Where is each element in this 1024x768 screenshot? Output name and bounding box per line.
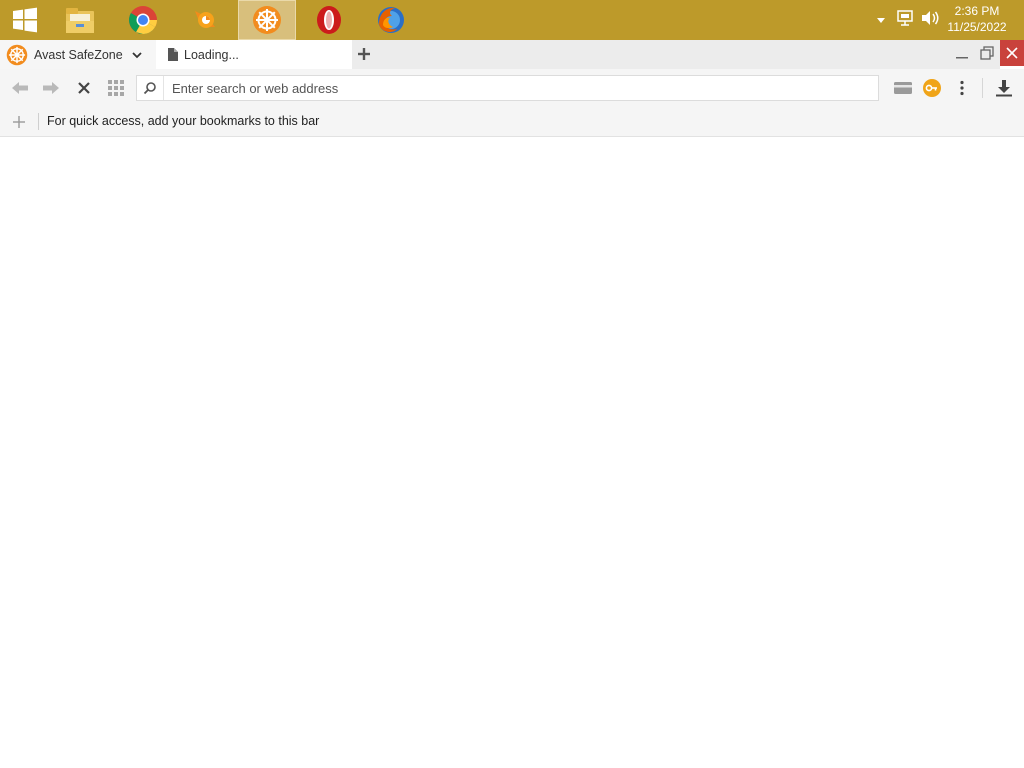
- apps-button[interactable]: [106, 78, 126, 98]
- passwords-button[interactable]: [922, 78, 942, 98]
- wallet-button[interactable]: [892, 78, 914, 98]
- page-icon: [168, 48, 178, 61]
- restore-button[interactable]: [975, 40, 999, 66]
- tab-strip-background: [352, 40, 1000, 69]
- forward-button[interactable]: [41, 78, 61, 98]
- minimize-button[interactable]: [950, 40, 974, 66]
- start-button[interactable]: [0, 0, 50, 40]
- volume-icon[interactable]: [920, 9, 940, 32]
- plus-icon: [13, 116, 25, 128]
- stop-button[interactable]: [74, 78, 94, 98]
- downloads-button[interactable]: [994, 78, 1014, 98]
- tab-strip: Avast SafeZone Loading...: [0, 40, 1024, 69]
- taskbar-opera[interactable]: [300, 0, 358, 40]
- profile-button[interactable]: Avast SafeZone: [0, 40, 156, 69]
- apps-grid-icon: [108, 80, 124, 96]
- arrow-right-icon: [43, 82, 59, 94]
- bookmarks-divider: [38, 113, 39, 130]
- network-icon[interactable]: [896, 9, 916, 32]
- minimize-icon: [956, 57, 968, 59]
- menu-button[interactable]: [952, 78, 972, 98]
- taskbar-firefox[interactable]: [362, 0, 420, 40]
- folder-icon: [66, 8, 94, 33]
- system-tray: [874, 0, 940, 40]
- card-icon: [894, 82, 912, 94]
- firefox-icon: [378, 7, 404, 33]
- search-icon: [137, 76, 164, 100]
- toolbar-divider: [982, 78, 983, 98]
- taskbar-clock[interactable]: 2:36 PM 11/25/2022: [942, 3, 1012, 35]
- tab-label: Loading...: [184, 47, 239, 62]
- tab-loading[interactable]: Loading...: [158, 40, 352, 69]
- address-input[interactable]: [172, 77, 878, 99]
- bookmarks-bar: For quick access, add your bookmarks to …: [0, 107, 1024, 137]
- new-tab-button[interactable]: [354, 44, 374, 64]
- taskbar-file-explorer[interactable]: [51, 0, 109, 40]
- profile-label: Avast SafeZone: [34, 47, 123, 62]
- chevron-down-icon: [131, 50, 143, 60]
- chrome-icon: [129, 6, 157, 34]
- add-bookmark-button[interactable]: [10, 113, 28, 131]
- navigation-toolbar: [0, 69, 1024, 107]
- restore-icon: [980, 46, 994, 60]
- windows-logo-icon: [13, 7, 37, 33]
- avast-icon: [195, 11, 215, 28]
- taskbar-avast-safezone[interactable]: [238, 0, 296, 40]
- taskbar-chrome[interactable]: [114, 0, 172, 40]
- taskbar-avast[interactable]: [176, 0, 234, 40]
- key-icon: [923, 79, 941, 97]
- safezone-icon: [6, 44, 28, 66]
- plus-icon: [358, 48, 370, 60]
- bookmarks-hint: For quick access, add your bookmarks to …: [47, 114, 320, 128]
- more-vertical-icon: [960, 80, 964, 96]
- clock-date: 11/25/2022: [947, 20, 1007, 34]
- safezone-icon: [253, 6, 281, 34]
- clock-time: 2:36 PM: [954, 4, 1000, 18]
- taskbar: 2:36 PM 11/25/2022: [0, 0, 1024, 40]
- arrow-left-icon: [12, 82, 28, 94]
- opera-icon: [317, 6, 341, 34]
- back-button[interactable]: [10, 78, 30, 98]
- page-content[interactable]: [0, 137, 1024, 768]
- chevron-up-icon[interactable]: [874, 13, 888, 27]
- close-icon: [1006, 47, 1018, 59]
- download-icon: [996, 80, 1012, 97]
- close-icon: [78, 82, 90, 94]
- address-bar[interactable]: [136, 75, 879, 101]
- close-window-button[interactable]: [1000, 40, 1024, 66]
